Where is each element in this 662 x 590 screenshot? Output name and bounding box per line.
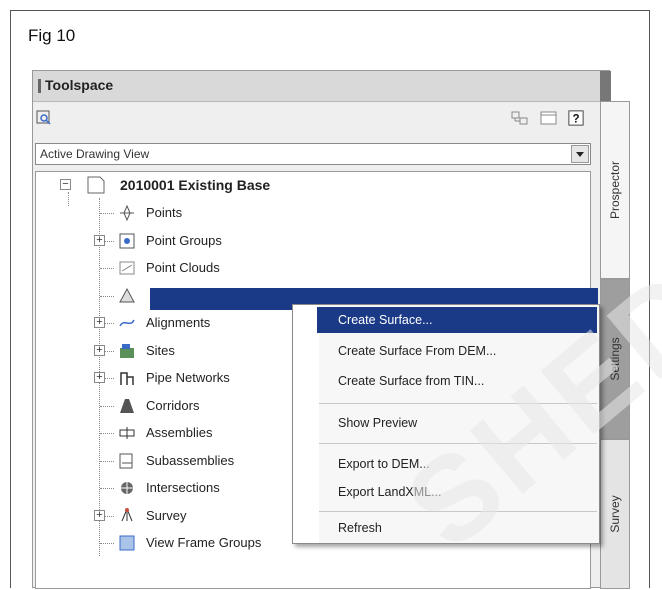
tree-item-label: Points	[146, 205, 183, 220]
tree-root-row[interactable]: − 2010001 Existing Base	[60, 172, 460, 198]
menu-export-landxml[interactable]: Export LandXML...	[338, 485, 442, 499]
tree-item-label: Alignments	[146, 315, 211, 330]
menu-refresh[interactable]: Refresh	[338, 521, 382, 535]
tree-item-point-clouds[interactable]: Point Clouds	[94, 255, 314, 281]
menu-separator	[319, 511, 597, 512]
tree-item-point-groups[interactable]: + Point Groups	[94, 228, 314, 254]
tree-item-label: Survey	[146, 507, 187, 523]
corridors-icon	[120, 398, 134, 413]
tree-item-points[interactable]: Points	[94, 200, 314, 226]
expand-icon[interactable]: +	[94, 509, 105, 521]
tree-item-label: Sites	[146, 342, 175, 358]
tree-item-label: Assemblies	[146, 425, 213, 440]
magnifier-icon[interactable]	[36, 110, 54, 126]
tree-item-sites[interactable]: + Sites	[94, 338, 314, 364]
menu-export-to-dem[interactable]: Export to DEM...	[338, 457, 430, 471]
tree-item-label: View Frame Groups	[146, 535, 262, 550]
grip-handle-icon[interactable]	[38, 79, 41, 93]
context-menu: Create Surface... Create Surface From DE…	[292, 304, 600, 544]
tree-item-label: Point Groups	[146, 232, 222, 248]
menu-create-surface-from-dem[interactable]: Create Surface From DEM...	[338, 344, 496, 358]
expand-icon[interactable]: +	[94, 234, 105, 246]
tree-root-label: 2010001 Existing Base	[120, 177, 271, 193]
tree-item-survey[interactable]: + Survey	[94, 503, 314, 529]
expand-icon[interactable]: +	[94, 344, 105, 356]
drawing-icon	[87, 176, 105, 194]
sites-icon	[120, 343, 134, 358]
view-select[interactable]: Active Drawing View	[35, 143, 591, 165]
tab-settings[interactable]: Settings	[600, 279, 630, 439]
chevron-down-icon[interactable]	[571, 145, 589, 163]
pipe-networks-icon	[120, 372, 134, 385]
tree-item-label: Intersections	[146, 480, 220, 495]
panel-toggle-icon[interactable]	[540, 110, 558, 126]
tab-prospector[interactable]: Prospector	[600, 101, 630, 279]
point-clouds-icon	[119, 261, 135, 275]
tree-item-intersections[interactable]: Intersections	[94, 475, 314, 501]
tree-item-label: Pipe Networks	[146, 370, 230, 385]
surfaces-icon	[119, 287, 135, 302]
menu-create-surface-from-tin[interactable]: Create Surface from TIN...	[338, 374, 484, 388]
menu-separator	[319, 443, 597, 444]
alignments-icon	[119, 319, 135, 327]
tree-item-label: Corridors	[146, 397, 200, 413]
view-select-value: Active Drawing View	[40, 147, 150, 161]
tree-item-corridors[interactable]: Corridors	[94, 393, 314, 419]
tree-item-pipe-networks[interactable]: + Pipe Networks	[94, 365, 314, 391]
tree-item-assemblies[interactable]: Assemblies	[94, 420, 314, 446]
figure-label: Fig 10	[28, 26, 76, 45]
subassemblies-icon	[119, 453, 133, 468]
svg-text:?: ?	[572, 113, 579, 125]
tree-item-subassemblies[interactable]: Subassemblies	[94, 448, 314, 474]
tree-item-alignments[interactable]: + Alignments	[94, 310, 314, 336]
tab-survey[interactable]: Survey	[600, 439, 630, 589]
toolspace-title: Toolspace	[45, 77, 114, 93]
item-view-icon[interactable]	[511, 110, 529, 126]
tree-item-label: Point Clouds	[146, 260, 220, 275]
intersections-icon	[119, 480, 135, 496]
expand-icon[interactable]: +	[94, 317, 105, 328]
survey-icon	[121, 507, 133, 521]
menu-icon-gutter	[293, 305, 319, 543]
points-icon	[120, 204, 134, 222]
menu-create-surface[interactable]: Create Surface...	[338, 313, 433, 327]
tree-item-label: Subassemblies	[146, 452, 235, 468]
assemblies-icon	[119, 427, 135, 439]
view-frame-groups-icon	[119, 535, 135, 551]
point-groups-icon	[119, 233, 135, 248]
titlebar-right-strip	[600, 71, 611, 101]
menu-separator	[319, 403, 597, 404]
expand-icon[interactable]: +	[94, 372, 105, 383]
menu-show-preview[interactable]: Show Preview	[338, 416, 417, 430]
toolspace-titlebar[interactable]: Toolspace	[33, 71, 600, 102]
collapse-icon[interactable]: −	[60, 179, 71, 190]
help-icon[interactable]: ?	[567, 110, 585, 126]
tree-item-view-frame-groups[interactable]: View Frame Groups	[94, 530, 314, 556]
toolspace-toolbar: ?	[33, 102, 600, 138]
